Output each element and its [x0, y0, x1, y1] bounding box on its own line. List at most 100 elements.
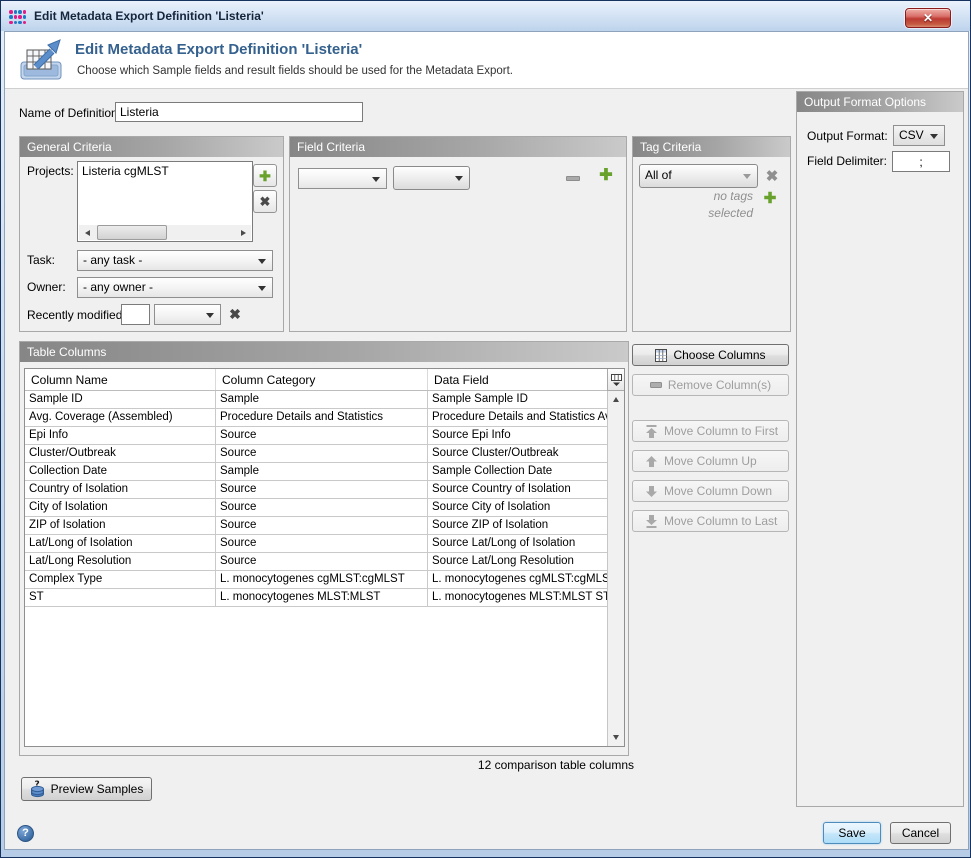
plus-icon: ✚ [599, 168, 612, 184]
cell-data-field[interactable]: Source City of Isolation [428, 499, 624, 516]
cell-column-category[interactable]: Source [216, 499, 428, 516]
cell-column-category[interactable]: Procedure Details and Statistics [216, 409, 428, 426]
move-column-down-label: Move Column Down [664, 484, 772, 498]
clear-icon: ✖ [766, 169, 779, 184]
remove-field-criterion-button[interactable] [564, 170, 582, 186]
column-header-datafield[interactable]: Data Field [428, 369, 597, 390]
table-row[interactable]: Complex TypeL. monocytogenes cgMLST:cgML… [25, 571, 624, 589]
scroll-left-button[interactable] [79, 225, 95, 240]
cell-data-field[interactable]: Source Lat/Long Resolution [428, 553, 624, 570]
move-column-up-button[interactable]: Move Column Up [632, 450, 789, 472]
remove-project-button[interactable]: ✖ [253, 190, 277, 213]
scroll-right-button[interactable] [235, 225, 251, 240]
scroll-up-button[interactable] [608, 392, 624, 407]
table-row[interactable]: Avg. Coverage (Assembled)Procedure Detai… [25, 409, 624, 427]
cell-column-category[interactable]: Source [216, 445, 428, 462]
table-columns-title: Table Columns [20, 342, 628, 362]
move-column-up-label: Move Column Up [664, 454, 757, 468]
cancel-button[interactable]: Cancel [890, 822, 951, 844]
clear-recently-modified-button[interactable]: ✖ [226, 305, 244, 323]
cell-column-name[interactable]: ZIP of Isolation [25, 517, 216, 534]
table-row[interactable]: Country of IsolationSourceSource Country… [25, 481, 624, 499]
cell-data-field[interactable]: Source ZIP of Isolation [428, 517, 624, 534]
cell-column-name[interactable]: Complex Type [25, 571, 216, 588]
table-row[interactable]: ZIP of IsolationSourceSource ZIP of Isol… [25, 517, 624, 535]
cell-column-name[interactable]: Avg. Coverage (Assembled) [25, 409, 216, 426]
table-vscrollbar[interactable] [607, 391, 624, 746]
close-button[interactable]: ✕ [905, 8, 951, 28]
cell-column-category[interactable]: L. monocytogenes cgMLST:cgMLST [216, 571, 428, 588]
cell-data-field[interactable]: L. monocytogenes cgMLST:cgMLST ... [428, 571, 624, 588]
field-criteria-field-dropdown[interactable] [298, 168, 387, 189]
add-project-button[interactable]: ✚ [253, 164, 277, 187]
table-row[interactable]: Cluster/OutbreakSourceSource Cluster/Out… [25, 445, 624, 463]
titlebar[interactable]: Edit Metadata Export Definition 'Listeri… [1, 1, 970, 31]
output-format-dropdown[interactable]: CSV [893, 125, 945, 146]
cell-column-category[interactable]: Sample [216, 463, 428, 480]
recently-modified-period-dropdown[interactable] [154, 304, 221, 325]
cell-data-field[interactable]: Sample Sample ID [428, 391, 624, 408]
task-dropdown[interactable]: - any task - [77, 250, 273, 271]
cell-column-category[interactable]: Source [216, 481, 428, 498]
save-button[interactable]: Save [823, 822, 881, 844]
owner-dropdown[interactable]: - any owner - [77, 277, 273, 298]
cell-column-name[interactable]: Collection Date [25, 463, 216, 480]
cell-column-category[interactable]: Source [216, 535, 428, 552]
table-row[interactable]: Epi InfoSourceSource Epi Info [25, 427, 624, 445]
help-button[interactable]: ? [17, 825, 34, 842]
columns-table: Column Name Column Category Data Field S… [24, 368, 625, 747]
cell-data-field[interactable]: Source Country of Isolation [428, 481, 624, 498]
cell-column-name[interactable]: Lat/Long of Isolation [25, 535, 216, 552]
definition-name-input[interactable] [115, 102, 363, 122]
cell-data-field[interactable]: Source Cluster/Outbreak [428, 445, 624, 462]
cell-column-category[interactable]: Sample [216, 391, 428, 408]
field-delimiter-input[interactable] [892, 151, 950, 172]
preview-samples-button[interactable]: ? Preview Samples [21, 777, 152, 801]
move-column-down-button[interactable]: Move Column Down [632, 480, 789, 502]
cell-column-name[interactable]: Sample ID [25, 391, 216, 408]
tag-match-dropdown[interactable]: All of [639, 164, 758, 188]
choose-columns-button[interactable]: Choose Columns [632, 344, 789, 366]
move-column-last-button[interactable]: Move Column to Last [632, 510, 789, 532]
dialog-header: Edit Metadata Export Definition 'Listeri… [5, 32, 968, 89]
cell-column-name[interactable]: Lat/Long Resolution [25, 553, 216, 570]
cell-column-name[interactable]: City of Isolation [25, 499, 216, 516]
table-row[interactable]: Lat/Long ResolutionSourceSource Lat/Long… [25, 553, 624, 571]
table-row[interactable]: City of IsolationSourceSource City of Is… [25, 499, 624, 517]
field-criteria-value-dropdown[interactable] [393, 166, 470, 190]
remove-columns-button[interactable]: Remove Column(s) [632, 374, 789, 396]
cell-data-field[interactable]: Source Epi Info [428, 427, 624, 444]
cell-column-category[interactable]: Source [216, 517, 428, 534]
cell-column-category[interactable]: Source [216, 553, 428, 570]
column-header-category[interactable]: Column Category [216, 369, 428, 390]
table-row[interactable]: Lat/Long of IsolationSourceSource Lat/Lo… [25, 535, 624, 553]
cell-column-name[interactable]: ST [25, 589, 216, 606]
definition-name-label: Name of Definition: [19, 106, 121, 120]
project-list-item[interactable]: Listeria cgMLST [78, 162, 252, 180]
cell-data-field[interactable]: L. monocytogenes MLST:MLST ST [428, 589, 624, 606]
move-column-first-button[interactable]: Move Column to First [632, 420, 789, 442]
add-tag-button[interactable]: ✚ [760, 189, 780, 207]
projects-hscrollbar[interactable] [79, 225, 251, 240]
scroll-thumb[interactable] [97, 225, 167, 240]
cell-column-name[interactable]: Cluster/Outbreak [25, 445, 216, 462]
add-field-criterion-button[interactable]: ✚ [596, 166, 616, 186]
projects-listbox[interactable]: Listeria cgMLST [77, 161, 253, 242]
scroll-down-button[interactable] [608, 730, 624, 745]
cell-column-category[interactable]: Source [216, 427, 428, 444]
minus-icon [566, 176, 580, 181]
cell-column-name[interactable]: Country of Isolation [25, 481, 216, 498]
table-row[interactable]: STL. monocytogenes MLST:MLSTL. monocytog… [25, 589, 624, 607]
cell-data-field[interactable]: Sample Collection Date [428, 463, 624, 480]
recently-modified-input[interactable] [121, 304, 150, 325]
table-row[interactable]: Collection DateSampleSample Collection D… [25, 463, 624, 481]
column-header-name[interactable]: Column Name [25, 369, 216, 390]
arrow-up-to-line-icon [645, 425, 658, 438]
cell-column-name[interactable]: Epi Info [25, 427, 216, 444]
table-row[interactable]: Sample IDSampleSample Sample ID [25, 391, 624, 409]
cell-data-field[interactable]: Source Lat/Long of Isolation [428, 535, 624, 552]
column-chooser-button[interactable] [607, 369, 624, 391]
clear-tags-button[interactable]: ✖ [762, 166, 782, 186]
cell-column-category[interactable]: L. monocytogenes MLST:MLST [216, 589, 428, 606]
cell-data-field[interactable]: Procedure Details and Statistics Av... [428, 409, 624, 426]
